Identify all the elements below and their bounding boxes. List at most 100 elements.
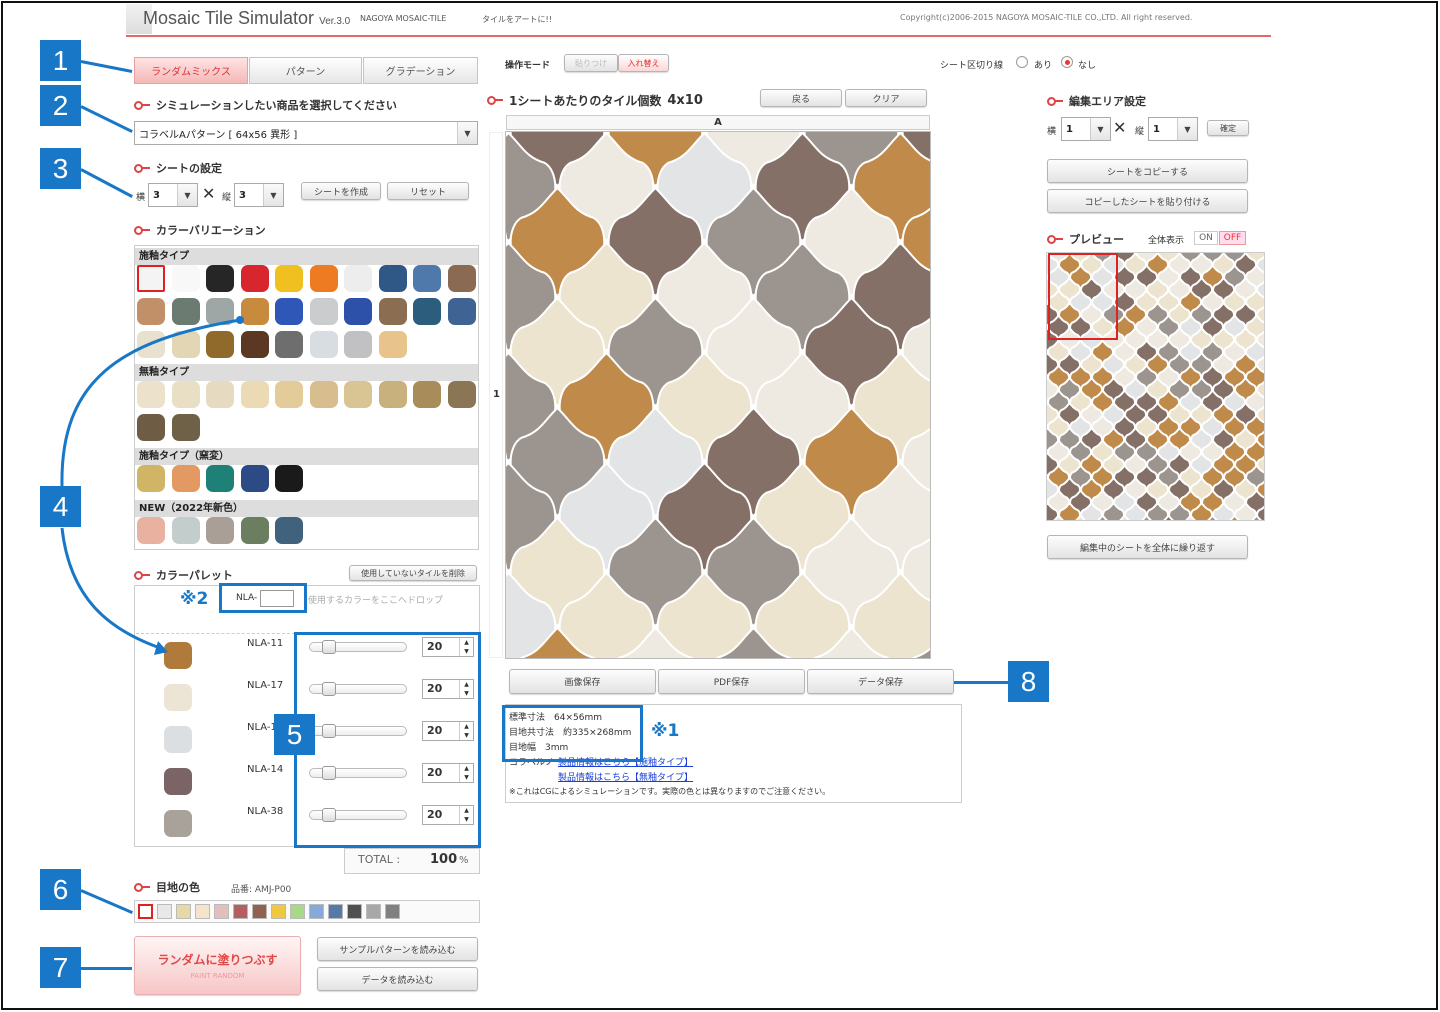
save-pdf-button[interactable]: PDF保存 [658, 669, 805, 694]
color-swatch[interactable] [344, 298, 372, 325]
product-info-unglazed-link[interactable]: 製品情報はこちら【無釉タイプ】 [558, 770, 693, 783]
swap-mode-button[interactable]: 入れ替え [618, 54, 669, 72]
color-swatch[interactable] [344, 265, 372, 292]
color-swatch[interactable] [344, 331, 372, 358]
tagline: タイルをアートに!! [482, 15, 552, 24]
copy-sheet-button[interactable]: シートをコピーする [1047, 159, 1248, 183]
save-data-button[interactable]: データ保存 [807, 669, 954, 694]
color-swatch[interactable] [240, 298, 269, 325]
variation-section-title: カラーバリエーション [134, 222, 266, 238]
color-swatch[interactable] [137, 517, 165, 544]
color-swatch[interactable] [378, 381, 407, 408]
grout-swatch[interactable] [214, 904, 229, 919]
color-swatch[interactable] [447, 265, 476, 292]
grout-swatch[interactable] [176, 904, 191, 919]
grout-swatch[interactable] [290, 904, 305, 919]
color-swatch[interactable] [240, 517, 269, 544]
grout-swatch[interactable] [157, 904, 172, 919]
color-swatch[interactable] [378, 298, 407, 325]
grout-swatch[interactable] [385, 904, 400, 919]
tile-canvas[interactable] [505, 131, 931, 659]
color-swatch[interactable] [171, 331, 200, 358]
color-swatch[interactable] [447, 381, 476, 408]
grout-swatch[interactable] [233, 904, 248, 919]
fullview-off-toggle[interactable]: OFF [1219, 231, 1246, 245]
color-swatch[interactable] [171, 414, 200, 441]
color-swatch[interactable] [206, 298, 234, 325]
sheet-width-select[interactable]: 3 ▼ [148, 183, 198, 207]
repeat-sheet-button[interactable]: 編集中のシートを全体に繰り返す [1047, 535, 1248, 559]
delete-unused-button[interactable]: 使用していないタイルを削除 [349, 565, 477, 581]
color-swatch[interactable] [206, 465, 234, 492]
grout-swatch[interactable] [252, 904, 267, 919]
color-swatch[interactable] [206, 331, 234, 358]
color-swatch[interactable] [275, 265, 303, 292]
color-swatch[interactable] [137, 465, 165, 492]
divider-on-radio[interactable] [1016, 56, 1028, 68]
color-swatch[interactable] [378, 331, 407, 358]
grout-swatch[interactable] [366, 904, 381, 919]
create-sheet-button[interactable]: シートを作成 [301, 182, 381, 200]
paste-mode-button[interactable]: 貼りつけ [564, 54, 618, 72]
color-swatch[interactable] [240, 381, 269, 408]
tile-grid[interactable] [506, 132, 930, 658]
color-swatch[interactable] [413, 381, 441, 408]
edit-width-select[interactable]: 1 ▼ [1061, 117, 1111, 141]
load-sample-button[interactable]: サンプルパターンを読み込む [317, 937, 478, 961]
color-swatch[interactable] [240, 265, 269, 292]
color-swatch[interactable] [137, 265, 165, 292]
color-swatch[interactable] [171, 298, 200, 325]
paint-random-button[interactable]: ランダムに塗りつぶす PAINT RANDOM [134, 936, 301, 995]
color-swatch[interactable] [413, 298, 441, 325]
color-swatch[interactable] [309, 298, 338, 325]
save-image-button[interactable]: 画像保存 [509, 669, 656, 694]
back-button[interactable]: 戻る [760, 89, 842, 107]
load-data-button[interactable]: データを読み込む [317, 967, 478, 991]
clear-button[interactable]: クリア [845, 89, 927, 107]
grout-swatch[interactable] [138, 904, 153, 919]
color-swatch[interactable] [171, 381, 200, 408]
color-swatch[interactable] [378, 265, 407, 292]
edit-height-select[interactable]: 1 ▼ [1148, 117, 1198, 141]
color-swatch[interactable] [275, 381, 303, 408]
color-swatch[interactable] [275, 298, 303, 325]
edit-height-label: 縦 [1135, 127, 1145, 137]
paste-sheet-button[interactable]: コピーしたシートを貼り付ける [1047, 189, 1248, 213]
confirm-button[interactable]: 確定 [1207, 120, 1249, 136]
color-swatch[interactable] [447, 298, 476, 325]
color-swatch[interactable] [206, 517, 234, 544]
grout-swatch[interactable] [271, 904, 286, 919]
product-select[interactable]: コラベルAパターン [ 64x56 異形 ] ▼ [134, 121, 478, 145]
color-swatch[interactable] [171, 265, 200, 292]
color-swatch[interactable] [206, 265, 234, 292]
color-swatch[interactable] [240, 331, 269, 358]
color-swatch[interactable] [309, 381, 338, 408]
color-swatch[interactable] [344, 381, 372, 408]
color-swatch[interactable] [206, 381, 234, 408]
color-swatch[interactable] [137, 331, 165, 358]
color-swatch[interactable] [171, 517, 200, 544]
tab-random-mix[interactable]: ランダムミックス [134, 57, 248, 84]
grout-swatch[interactable] [347, 904, 362, 919]
tab-pattern[interactable]: パターン [249, 57, 362, 84]
color-swatch[interactable] [137, 381, 165, 408]
color-swatch[interactable] [413, 265, 441, 292]
color-swatch[interactable] [275, 331, 303, 358]
color-swatch[interactable] [171, 465, 200, 492]
divider-off-radio[interactable] [1061, 56, 1073, 68]
grout-swatch[interactable] [328, 904, 343, 919]
color-swatch[interactable] [137, 298, 165, 325]
reset-button[interactable]: リセット [387, 182, 469, 200]
color-swatch[interactable] [275, 465, 303, 492]
grout-swatch[interactable] [195, 904, 210, 919]
total-unit: % [459, 855, 469, 866]
fullview-on-toggle[interactable]: ON [1194, 231, 1218, 245]
sheet-height-select[interactable]: 3 ▼ [234, 183, 284, 207]
color-swatch[interactable] [309, 331, 338, 358]
color-swatch[interactable] [240, 465, 269, 492]
grout-swatch[interactable] [309, 904, 324, 919]
color-swatch[interactable] [137, 414, 165, 441]
tab-gradation[interactable]: グラデーション [363, 57, 478, 84]
color-swatch[interactable] [275, 517, 303, 544]
color-swatch[interactable] [309, 265, 338, 292]
